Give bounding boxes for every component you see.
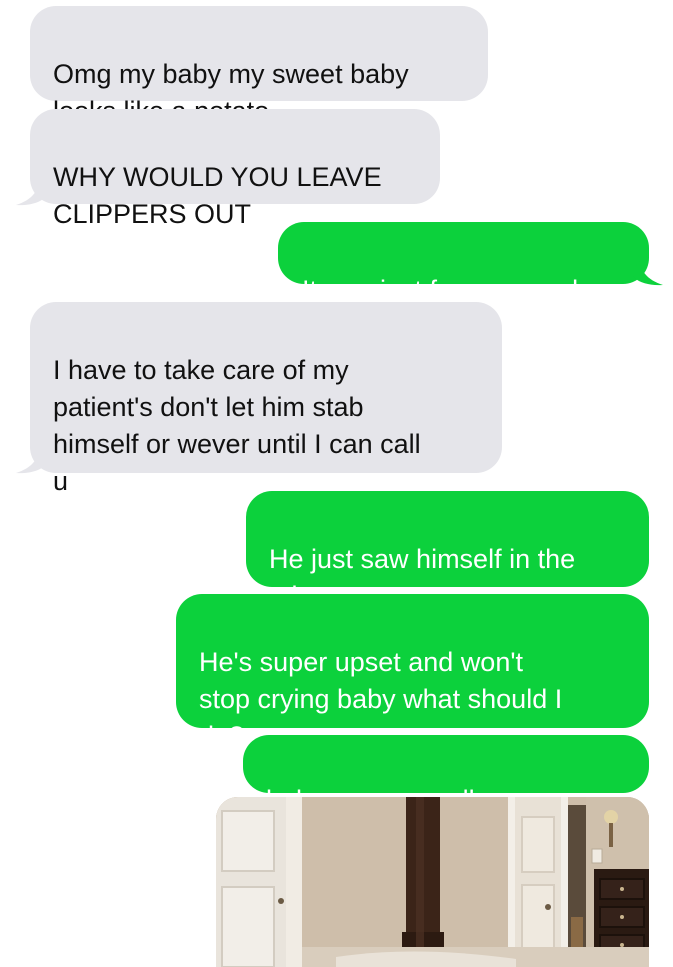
received-message-bubble[interactable]: I have to take care of my patient's don'… — [30, 302, 502, 496]
sent-message-bubble[interactable]: baby you can call me now — [243, 735, 649, 815]
bubble-tail-icon — [633, 256, 663, 286]
room-photo — [216, 797, 649, 967]
received-message-bubble[interactable]: WHY WOULD YOU LEAVE CLIPPERS OUT — [30, 109, 440, 229]
received-message-bubble[interactable]: Omg my baby my sweet baby looks like a p… — [30, 6, 488, 126]
bubble-tail-icon — [16, 176, 46, 206]
bubble-tail-icon — [16, 444, 46, 474]
photo-attachment[interactable] — [216, 797, 649, 967]
sent-message-bubble[interactable]: He's super upset and won't stop crying b… — [176, 594, 649, 751]
message-text: It was just for a second — [302, 275, 579, 305]
message-text: WHY WOULD YOU LEAVE CLIPPERS OUT — [53, 162, 382, 229]
message-text: I have to take care of my patient's don'… — [53, 355, 421, 496]
sent-message-bubble[interactable]: It was just for a second — [278, 222, 649, 305]
sent-message-bubble[interactable]: He just saw himself in the mirror — [246, 491, 649, 611]
